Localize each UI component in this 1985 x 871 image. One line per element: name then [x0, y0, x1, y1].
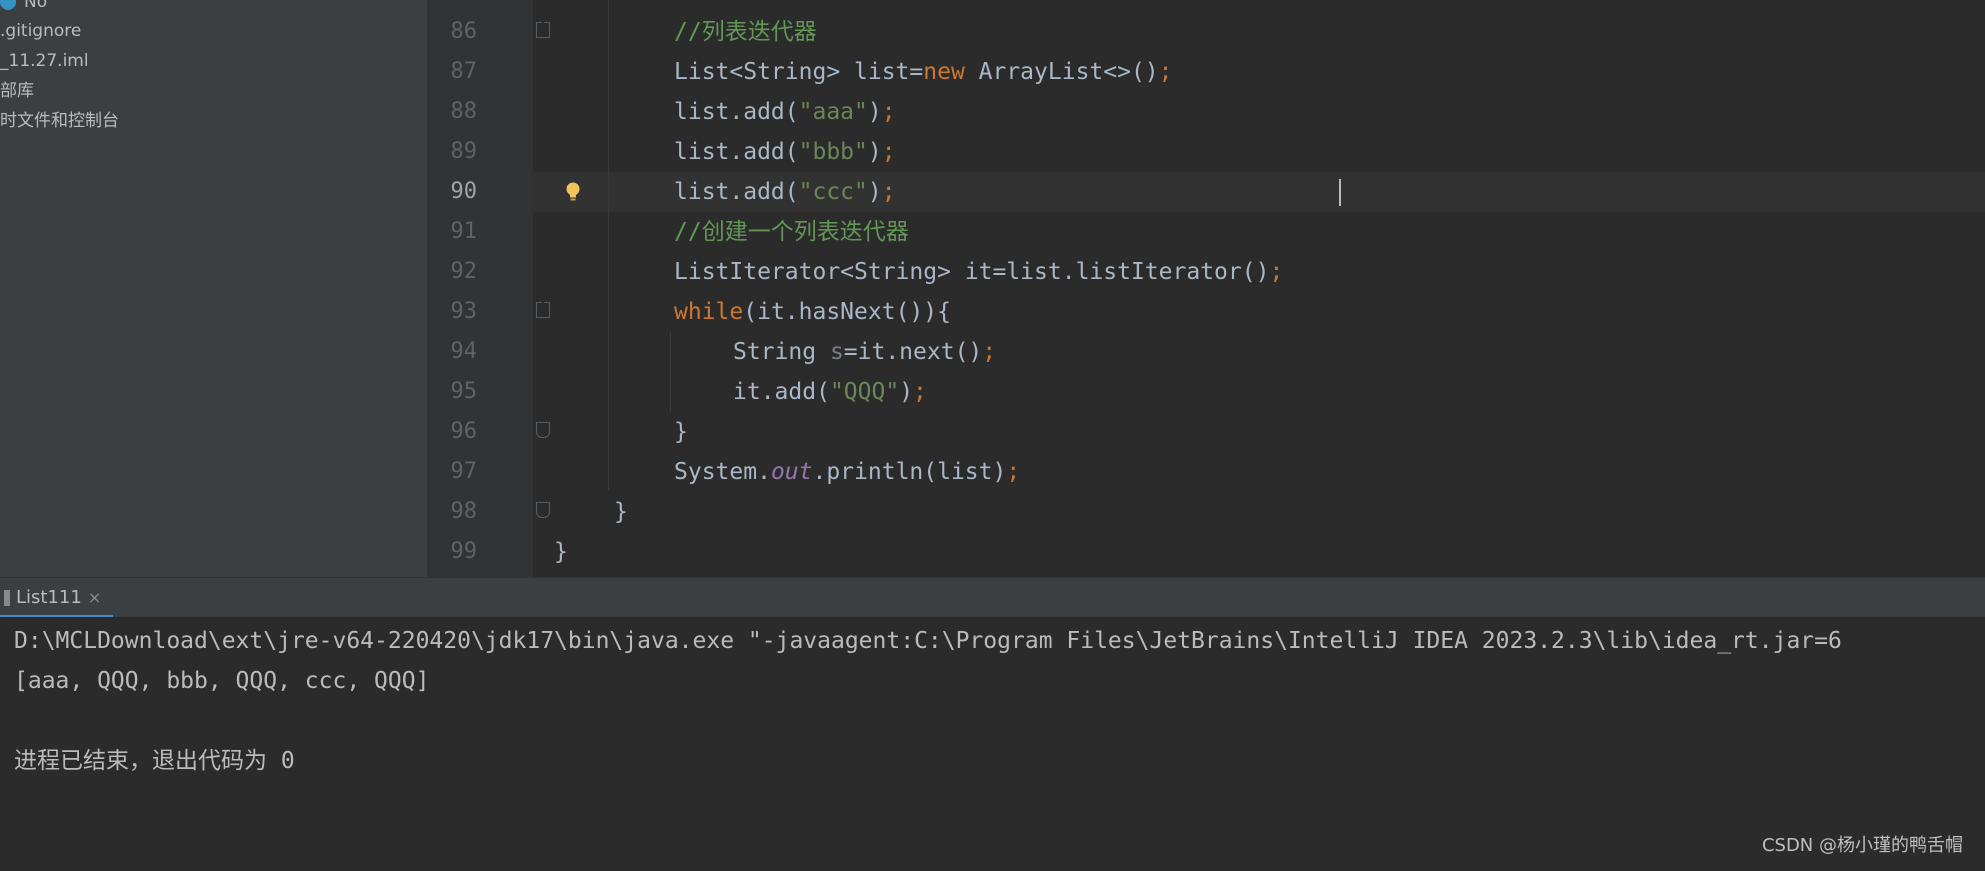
close-icon[interactable]: ×	[88, 588, 101, 607]
fold-marker-icon[interactable]	[536, 18, 550, 38]
fold-marker-icon[interactable]	[536, 502, 550, 518]
code-line: }	[674, 419, 688, 445]
line-number: 89	[450, 139, 478, 164]
line-number: 98	[450, 499, 478, 524]
code-line: list.add("ccc");	[674, 179, 896, 205]
code-line: //列表迭代器	[674, 19, 817, 45]
tree-item-iml[interactable]: _11.27.iml	[0, 47, 89, 75]
code-line: }	[554, 539, 568, 565]
tree-item-label: _11.27.iml	[0, 51, 89, 71]
code-line: System.out.println(list);	[674, 459, 1021, 485]
run-console[interactable]: D:\MCLDownload\ext\jre-v64-220420\jdk17\…	[0, 617, 1985, 871]
line-number: 86	[450, 19, 478, 44]
code-line: List<String> list=new ArrayList<>();	[674, 59, 1173, 85]
lightbulb-icon[interactable]	[565, 182, 581, 202]
code-line: list.add("aaa");	[674, 99, 896, 125]
indent-guide	[608, 0, 609, 490]
tree-item-vcs[interactable]: No	[0, 0, 47, 16]
code-line: while(it.hasNext()){	[674, 299, 951, 325]
code-line: it.add("QQQ");	[733, 379, 927, 405]
line-number: 95	[450, 379, 478, 404]
line-number: 91	[450, 219, 478, 244]
line-number: 88	[450, 99, 478, 124]
vcs-icon	[0, 0, 16, 10]
line-number: 99	[450, 539, 478, 564]
tree-item-label: No	[24, 0, 48, 12]
fold-marker-icon[interactable]	[536, 298, 550, 318]
line-number: 96	[450, 419, 478, 444]
line-number: 93	[450, 299, 478, 324]
line-number: 92	[450, 259, 478, 284]
current-line-highlight	[427, 172, 1985, 212]
line-number: 90	[450, 179, 478, 204]
code-line: String s=it.next();	[733, 339, 997, 365]
run-config-icon	[4, 590, 10, 606]
console-line: [aaa, QQQ, bbb, QQQ, ccc, QQQ]	[14, 668, 430, 694]
console-line: 进程已结束，退出代码为 0	[14, 748, 295, 774]
line-number: 97	[450, 459, 478, 484]
tree-item-external-libraries[interactable]: 部库	[0, 77, 34, 105]
tree-item-label: .gitignore	[0, 21, 82, 41]
code-line: list.add("bbb");	[674, 139, 896, 165]
tree-item-gitignore[interactable]: .gitignore	[0, 17, 81, 45]
fold-marker-icon[interactable]	[536, 422, 550, 438]
project-sidebar: No .gitignore _11.27.iml 部库 时文件和控制台	[0, 0, 427, 577]
tab-label: List111	[16, 587, 82, 608]
code-editor[interactable]: 86 87 88 89 90 91 92 93 94 95 96 97 98 9…	[427, 0, 1985, 577]
line-number: 87	[450, 59, 478, 84]
indent-guide	[670, 332, 671, 412]
run-tab-bar: List111 ×	[0, 577, 1985, 618]
tree-item-label: 时文件和控制台	[0, 111, 119, 131]
console-line: D:\MCLDownload\ext\jre-v64-220420\jdk17\…	[14, 628, 1842, 654]
text-caret	[1339, 179, 1341, 206]
code-line: }	[614, 499, 628, 525]
tree-item-scratches[interactable]: 时文件和控制台	[0, 107, 119, 135]
tab-run-list111[interactable]: List111 ×	[0, 578, 114, 618]
code-line: //创建一个列表迭代器	[674, 219, 909, 245]
line-number: 94	[450, 339, 478, 364]
watermark: CSDN @杨小瑾的鸭舌帽	[1761, 835, 1963, 856]
tree-item-label: 部库	[0, 81, 34, 101]
code-line: ListIterator<String> it=list.listIterato…	[674, 259, 1284, 285]
